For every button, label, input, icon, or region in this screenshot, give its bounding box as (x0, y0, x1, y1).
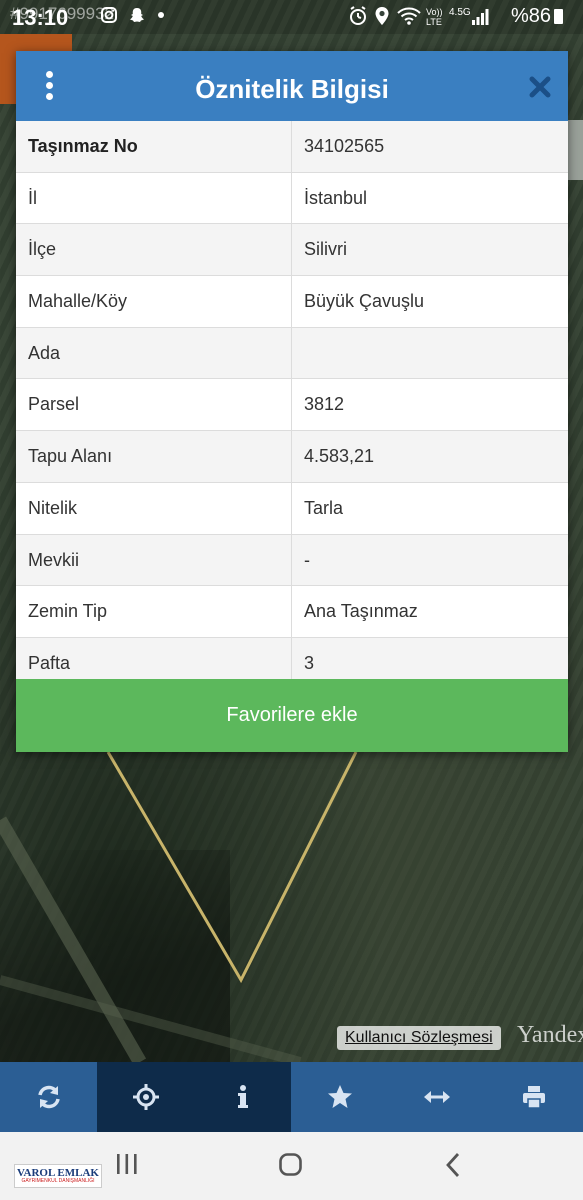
attribute-value: Silivri (304, 239, 347, 260)
alarm-icon (348, 6, 368, 32)
wifi-icon (397, 7, 421, 31)
table-row: Taşınmaz No 34102565 (16, 121, 568, 173)
table-row: İlçe Silivri (16, 224, 568, 277)
attribute-key: Mahalle/Köy (28, 291, 128, 312)
terms-link[interactable]: Kullanıcı Sözleşmesi (337, 1026, 501, 1050)
attribute-dialog: Öznitelik Bilgisi Taşınmaz No 34102565 İ… (16, 51, 568, 752)
status-time: 13:10 (12, 5, 69, 30)
dot-icon (157, 12, 164, 18)
star-icon (328, 1085, 352, 1108)
measure-icon (424, 1091, 450, 1103)
table-row: Ada (16, 327, 568, 380)
attribute-value: 4.583,21 (304, 446, 375, 467)
measure-button[interactable] (388, 1062, 485, 1132)
field-road (0, 816, 147, 1062)
print-button[interactable] (485, 1062, 583, 1132)
agency-logo-subtext: GAYRIMENKUL DANIŞMANLIĞI (21, 1178, 95, 1184)
table-row: İl İstanbul (16, 172, 568, 225)
table-row: Mahalle/Köy Büyük Çavuşlu (16, 276, 568, 328)
favorites-button[interactable] (291, 1062, 388, 1132)
attribute-table: Taşınmaz No 34102565 İl İstanbul İlçe Si… (16, 121, 568, 689)
notification-icons (100, 6, 165, 24)
table-row: Zemin Tip Ana Taşınmaz (16, 586, 568, 638)
attribute-value: 3812 (304, 394, 345, 415)
attribute-key: Zemin Tip (28, 601, 108, 622)
refresh-button[interactable] (0, 1062, 97, 1132)
snapchat-icon (130, 8, 145, 22)
refresh-icon (38, 1085, 60, 1109)
agency-logo: VAROL EMLAK GAYRIMENKUL DANIŞMANLIĞI (14, 1164, 102, 1188)
dialog-header: Öznitelik Bilgisi (16, 51, 568, 121)
info-icon (238, 1085, 248, 1108)
network-type: 4.5G (449, 7, 471, 18)
attribute-value: Tarla (304, 497, 344, 518)
battery-icon (554, 9, 563, 24)
attribute-value: İstanbul (304, 187, 368, 208)
locate-button[interactable] (97, 1062, 194, 1132)
parcel-outline (106, 751, 358, 984)
field-road (0, 975, 302, 1062)
dialog-title: Öznitelik Bilgisi (195, 74, 389, 104)
back-button[interactable] (444, 1152, 464, 1183)
attribute-value (304, 328, 564, 379)
attribute-key: İl (28, 187, 37, 208)
map-provider-label: Yandex (517, 1022, 583, 1048)
signal-icon (471, 8, 489, 32)
recent-apps-button[interactable] (114, 1152, 140, 1181)
attribute-key: Tapu Alanı (28, 446, 113, 467)
table-row: Parsel 3812 (16, 379, 568, 432)
home-icon (279, 1153, 302, 1176)
status-bar: #9917699932 13:10 Vo)) LTE 4.5G %86 (0, 0, 583, 34)
attribute-value: Ana Taşınmaz (304, 601, 418, 622)
table-row: Mevkii - (16, 534, 568, 587)
volte-label: Vo)) LTE (426, 7, 443, 27)
attribute-value: - (304, 549, 310, 570)
attribute-key: Ada (28, 342, 61, 363)
attribute-value: 34102565 (304, 136, 385, 156)
battery-percent: %86 (510, 5, 551, 27)
table-row: Tapu Alanı 4.583,21 (16, 431, 568, 483)
attribute-key: İlçe (28, 239, 57, 260)
back-icon (446, 1153, 460, 1177)
attribute-key: Taşınmaz No (28, 136, 138, 156)
add-favorite-button[interactable]: Favorilere ekle (16, 679, 568, 752)
locate-icon (133, 1084, 159, 1110)
info-button[interactable] (194, 1062, 291, 1132)
recent-apps-icon (117, 1154, 137, 1174)
attribute-key: Nitelik (28, 497, 78, 518)
table-row: Nitelik Tarla (16, 482, 568, 535)
print-icon (523, 1086, 545, 1109)
attribute-key: Mevkii (28, 549, 80, 570)
menu-icon[interactable] (42, 69, 58, 103)
bottom-toolbar (0, 1062, 583, 1132)
home-button[interactable] (278, 1152, 304, 1183)
instagram-icon (101, 7, 117, 23)
location-icon (374, 6, 390, 32)
close-icon[interactable] (526, 73, 554, 101)
attribute-key: Parsel (28, 394, 80, 415)
attribute-value: Büyük Çavuşlu (304, 291, 425, 312)
